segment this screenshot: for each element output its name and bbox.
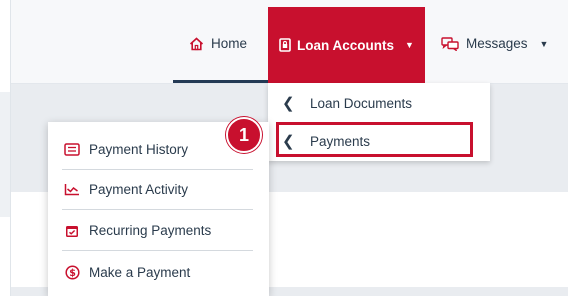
- chat-bubbles-icon: [441, 36, 459, 51]
- nav-loan-accounts[interactable]: Loan Accounts ▼: [268, 7, 425, 83]
- menu-item-payment-activity[interactable]: Payment Activity: [62, 170, 253, 210]
- dollar-circle-icon: $: [64, 264, 80, 280]
- chevron-down-icon: ▼: [539, 38, 549, 49]
- menu-item-label: Payment History: [89, 142, 189, 157]
- menu-item-label: Make a Payment: [89, 264, 191, 280]
- menu-item-label: Payment Activity: [89, 182, 189, 197]
- chevron-down-icon: ▼: [405, 40, 414, 50]
- home-icon: [189, 36, 204, 51]
- document-lock-icon: [279, 38, 291, 52]
- step-badge: 1: [226, 117, 262, 153]
- nav-messages[interactable]: Messages ▼: [441, 36, 548, 51]
- home-active-indicator: [173, 80, 269, 83]
- submenu-item-label: Loan Documents: [310, 95, 413, 111]
- menu-item-make-a-payment[interactable]: $ Make a Payment: [62, 252, 253, 292]
- menu-item-recurring-payments[interactable]: Recurring Payments: [62, 211, 253, 251]
- nav-messages-label: Messages: [466, 36, 528, 51]
- left-panel: [0, 92, 10, 217]
- svg-text:$: $: [69, 268, 76, 279]
- nav-loan-accounts-label: Loan Accounts: [297, 37, 395, 53]
- nav-home-label: Home: [211, 36, 248, 51]
- menu-item-payment-history[interactable]: Payment History: [62, 130, 253, 170]
- calendar-check-icon: [64, 223, 80, 239]
- nav-home[interactable]: Home: [189, 36, 247, 51]
- activity-chart-icon: [64, 182, 80, 198]
- receipt-icon: [64, 142, 80, 158]
- chevron-left-icon: ❮: [282, 95, 295, 112]
- payments-highlight-box: [276, 122, 473, 157]
- submenu-item-loan-documents[interactable]: ❮ Loan Documents: [268, 85, 490, 121]
- menu-item-label: Recurring Payments: [89, 223, 212, 238]
